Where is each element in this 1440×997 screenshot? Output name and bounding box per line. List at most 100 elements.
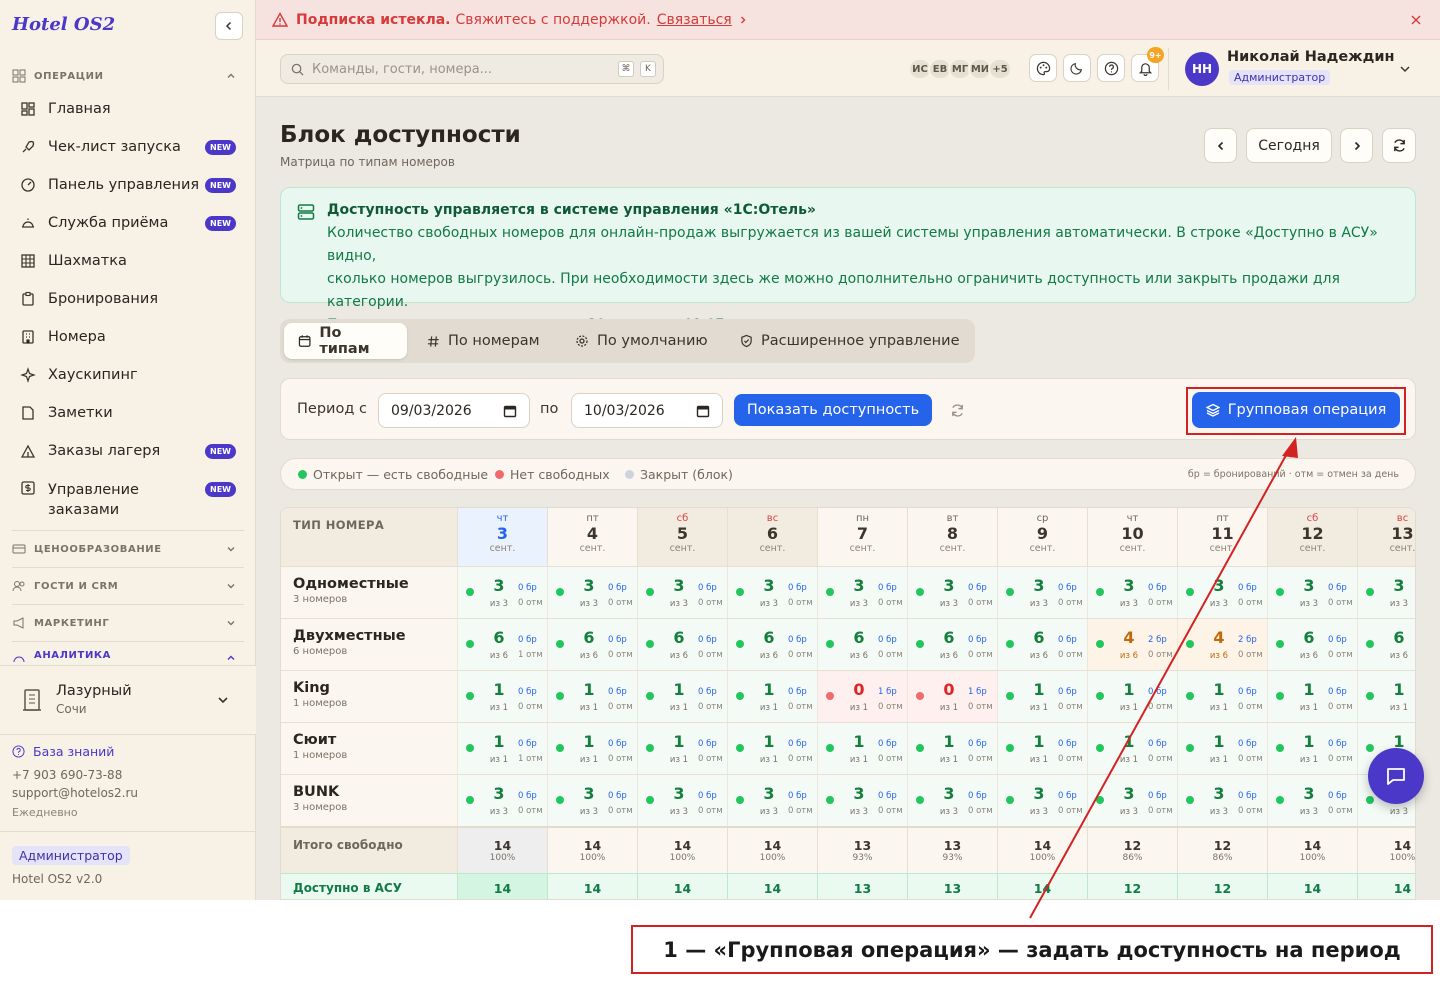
section-marketing[interactable]: МАРКЕТИНГ	[12, 613, 244, 633]
tab-by-rooms[interactable]: По номерам	[413, 323, 554, 359]
availability-cell[interactable]: 3 из 3 0 бр 0 отм	[1267, 775, 1357, 827]
availability-cell[interactable]: 6 из 6 0 бр 0 отм	[907, 619, 997, 671]
date-column-header[interactable]: вс 13 сент.	[1357, 508, 1415, 566]
availability-cell[interactable]: 1 из 1 0 бр 0 отм	[1087, 671, 1177, 723]
sidebar-item[interactable]: Чек-лист запуска NEW	[20, 132, 244, 162]
sidebar-item[interactable]: Шахматка	[20, 246, 244, 276]
next-period-button[interactable]	[1340, 128, 1373, 163]
availability-cell[interactable]: 3 из 3 0 бр 0 отм	[547, 567, 637, 619]
availability-cell[interactable]: 1 из 1 0 бр 0 отм	[907, 723, 997, 775]
date-to-input[interactable]: 10/03/2026	[571, 393, 723, 428]
notifications-button[interactable]: 9+	[1131, 47, 1164, 82]
availability-cell[interactable]: 3 из 3	[1357, 567, 1415, 619]
refresh-icon[interactable]	[950, 403, 965, 418]
availability-cell[interactable]: 3 из 3 0 бр 0 отм	[637, 775, 727, 827]
availability-cell[interactable]: 1 из 1 0 бр 0 отм	[1267, 723, 1357, 775]
dark-mode-toggle[interactable]	[1063, 54, 1091, 82]
availability-cell[interactable]: 1 из 1 0 бр 0 отм	[637, 671, 727, 723]
room-type-name-cell[interactable]: Двухместные 6 номеров	[281, 619, 457, 671]
availability-cell[interactable]: 1 из 1 0 бр 0 отм	[997, 671, 1087, 723]
app-logo[interactable]: Hotel OS2	[12, 14, 115, 35]
availability-cell[interactable]: 1 из 1 0 бр 0 отм	[1267, 671, 1357, 723]
knowledge-base-link[interactable]: База знаний	[12, 744, 114, 759]
availability-cell[interactable]: 6 из 6 0 бр 0 отм	[817, 619, 907, 671]
user-name[interactable]: Николай Надеждин	[1227, 49, 1395, 65]
availability-cell[interactable]: 1 из 1 0 бр 0 отм	[727, 723, 817, 775]
availability-cell[interactable]: 3 из 3 0 бр 0 отм	[1177, 775, 1267, 827]
availability-cell[interactable]: 4 из 6 2 бр 0 отм	[1087, 619, 1177, 671]
show-availability-button[interactable]: Показать доступность	[734, 394, 932, 426]
close-icon[interactable]	[1410, 14, 1422, 26]
hotel-switcher[interactable]: Лазурный Сочи	[0, 665, 256, 735]
room-type-name-cell[interactable]: Одноместные 3 номеров	[281, 567, 457, 619]
date-column-header[interactable]: сб 12 сент.	[1267, 508, 1357, 566]
availability-cell[interactable]: 1 из 1 0 бр 1 отм	[457, 723, 547, 775]
help-button[interactable]	[1097, 54, 1125, 82]
availability-cell[interactable]: 1 из 1 0 бр 0 отм	[547, 723, 637, 775]
availability-cell[interactable]: 3 из 3 0 бр 0 отм	[1087, 775, 1177, 827]
availability-cell[interactable]: 4 из 6 2 бр 0 отм	[1177, 619, 1267, 671]
availability-cell[interactable]: 3 из 3 0 бр 0 отм	[997, 567, 1087, 619]
tab-defaults[interactable]: По умолчанию	[561, 323, 722, 359]
today-button[interactable]: Сегодня	[1246, 128, 1332, 163]
availability-cell[interactable]: 3 из 3 0 бр 0 отм	[817, 775, 907, 827]
availability-cell[interactable]: 1 из 1 0 бр 0 отм	[1087, 723, 1177, 775]
availability-cell[interactable]: 3 из 3 0 бр 0 отм	[907, 567, 997, 619]
sidebar-item[interactable]: Заказы лагеря NEW	[20, 436, 244, 466]
availability-cell[interactable]: 3 из 3 0 бр 0 отм	[1087, 567, 1177, 619]
refresh-button[interactable]	[1382, 128, 1416, 163]
availability-cell[interactable]: 3 из 3 0 бр 0 отм	[817, 567, 907, 619]
date-column-header[interactable]: вт 8 сент.	[907, 508, 997, 566]
section-analytics[interactable]: АНАЛИТИКА	[12, 650, 244, 665]
sidebar-collapse-button[interactable]	[215, 12, 243, 40]
availability-cell[interactable]: 3 из 3 0 бр 0 отм	[457, 775, 547, 827]
room-type-name-cell[interactable]: King 1 номеров	[281, 671, 457, 723]
date-column-header[interactable]: сб 5 сент.	[637, 508, 727, 566]
availability-cell[interactable]: 6 из 6 0 бр 0 отм	[547, 619, 637, 671]
more-users-avatar[interactable]: +5	[988, 58, 1012, 80]
sidebar-item[interactable]: Номера	[20, 322, 244, 352]
availability-cell[interactable]: 6 из 6 0 бр 1 отм	[457, 619, 547, 671]
tab-advanced[interactable]: Расширенное управление	[726, 323, 974, 359]
availability-cell[interactable]: 6 из 6 0 бр 0 отм	[727, 619, 817, 671]
availability-cell[interactable]: 1 из 1 0 бр 0 отм	[547, 671, 637, 723]
availability-cell[interactable]: 0 из 1 1 бр 0 отм	[907, 671, 997, 723]
availability-cell[interactable]: 3 из 3 0 бр 0 отм	[727, 775, 817, 827]
support-chat-button[interactable]	[1368, 748, 1424, 804]
theme-palette-button[interactable]	[1029, 54, 1057, 82]
availability-cell[interactable]: 6 из 6	[1357, 619, 1415, 671]
availability-cell[interactable]: 3 из 3 0 бр 0 отм	[727, 567, 817, 619]
sidebar-item[interactable]: Главная	[20, 94, 244, 124]
date-column-header[interactable]: ср 9 сент.	[997, 508, 1087, 566]
availability-cell[interactable]: 3 из 3 0 бр 0 отм	[907, 775, 997, 827]
availability-cell[interactable]: 1 из 1 0 бр 0 отм	[1177, 671, 1267, 723]
room-type-name-cell[interactable]: Сюит 1 номеров	[281, 723, 457, 775]
availability-cell[interactable]: 1 из 1 0 бр 0 отм	[817, 723, 907, 775]
availability-cell[interactable]: 1 из 1 0 бр 0 отм	[727, 671, 817, 723]
section-pricing[interactable]: ЦЕНООБРАЗОВАНИЕ	[12, 539, 244, 559]
prev-period-button[interactable]	[1204, 128, 1237, 163]
banner-contact-link[interactable]: Связаться	[657, 12, 732, 28]
sidebar-item[interactable]: Хаускипинг	[20, 360, 244, 390]
availability-cell[interactable]: 6 из 6 0 бр 0 отм	[637, 619, 727, 671]
availability-cell[interactable]: 1 из 1 0 бр 0 отм	[1177, 723, 1267, 775]
date-column-header[interactable]: пт 11 сент.	[1177, 508, 1267, 566]
tab-by-types[interactable]: По типам	[284, 323, 407, 359]
support-phone[interactable]: +7 903 690-73-88	[12, 768, 122, 782]
date-column-header[interactable]: чт 3 сент.	[457, 508, 547, 566]
availability-cell[interactable]: 3 из 3 0 бр 0 отм	[547, 775, 637, 827]
availability-cell[interactable]: 6 из 6 0 бр 0 отм	[997, 619, 1087, 671]
sidebar-item[interactable]: Заметки	[20, 398, 244, 428]
section-operations[interactable]: ОПЕРАЦИИ	[12, 66, 244, 86]
chevron-down-icon[interactable]	[1399, 63, 1411, 75]
availability-cell[interactable]: 1 из 1	[1357, 671, 1415, 723]
availability-cell[interactable]: 3 из 3 0 бр 0 отм	[637, 567, 727, 619]
sidebar-item[interactable]: Панель управления NEW	[20, 170, 244, 200]
sidebar-item[interactable]: Управление заказами NEW	[20, 474, 244, 518]
sidebar-item[interactable]: Бронирования	[20, 284, 244, 314]
availability-cell[interactable]: 3 из 3 0 бр 0 отм	[1267, 567, 1357, 619]
sidebar-item[interactable]: Служба приёма NEW	[20, 208, 244, 238]
command-search-input[interactable]: Команды, гости, номера... ⌘ K	[280, 54, 664, 84]
availability-cell[interactable]: 3 из 3 0 бр 0 отм	[457, 567, 547, 619]
support-email[interactable]: support@hotelos2.ru	[12, 786, 138, 800]
